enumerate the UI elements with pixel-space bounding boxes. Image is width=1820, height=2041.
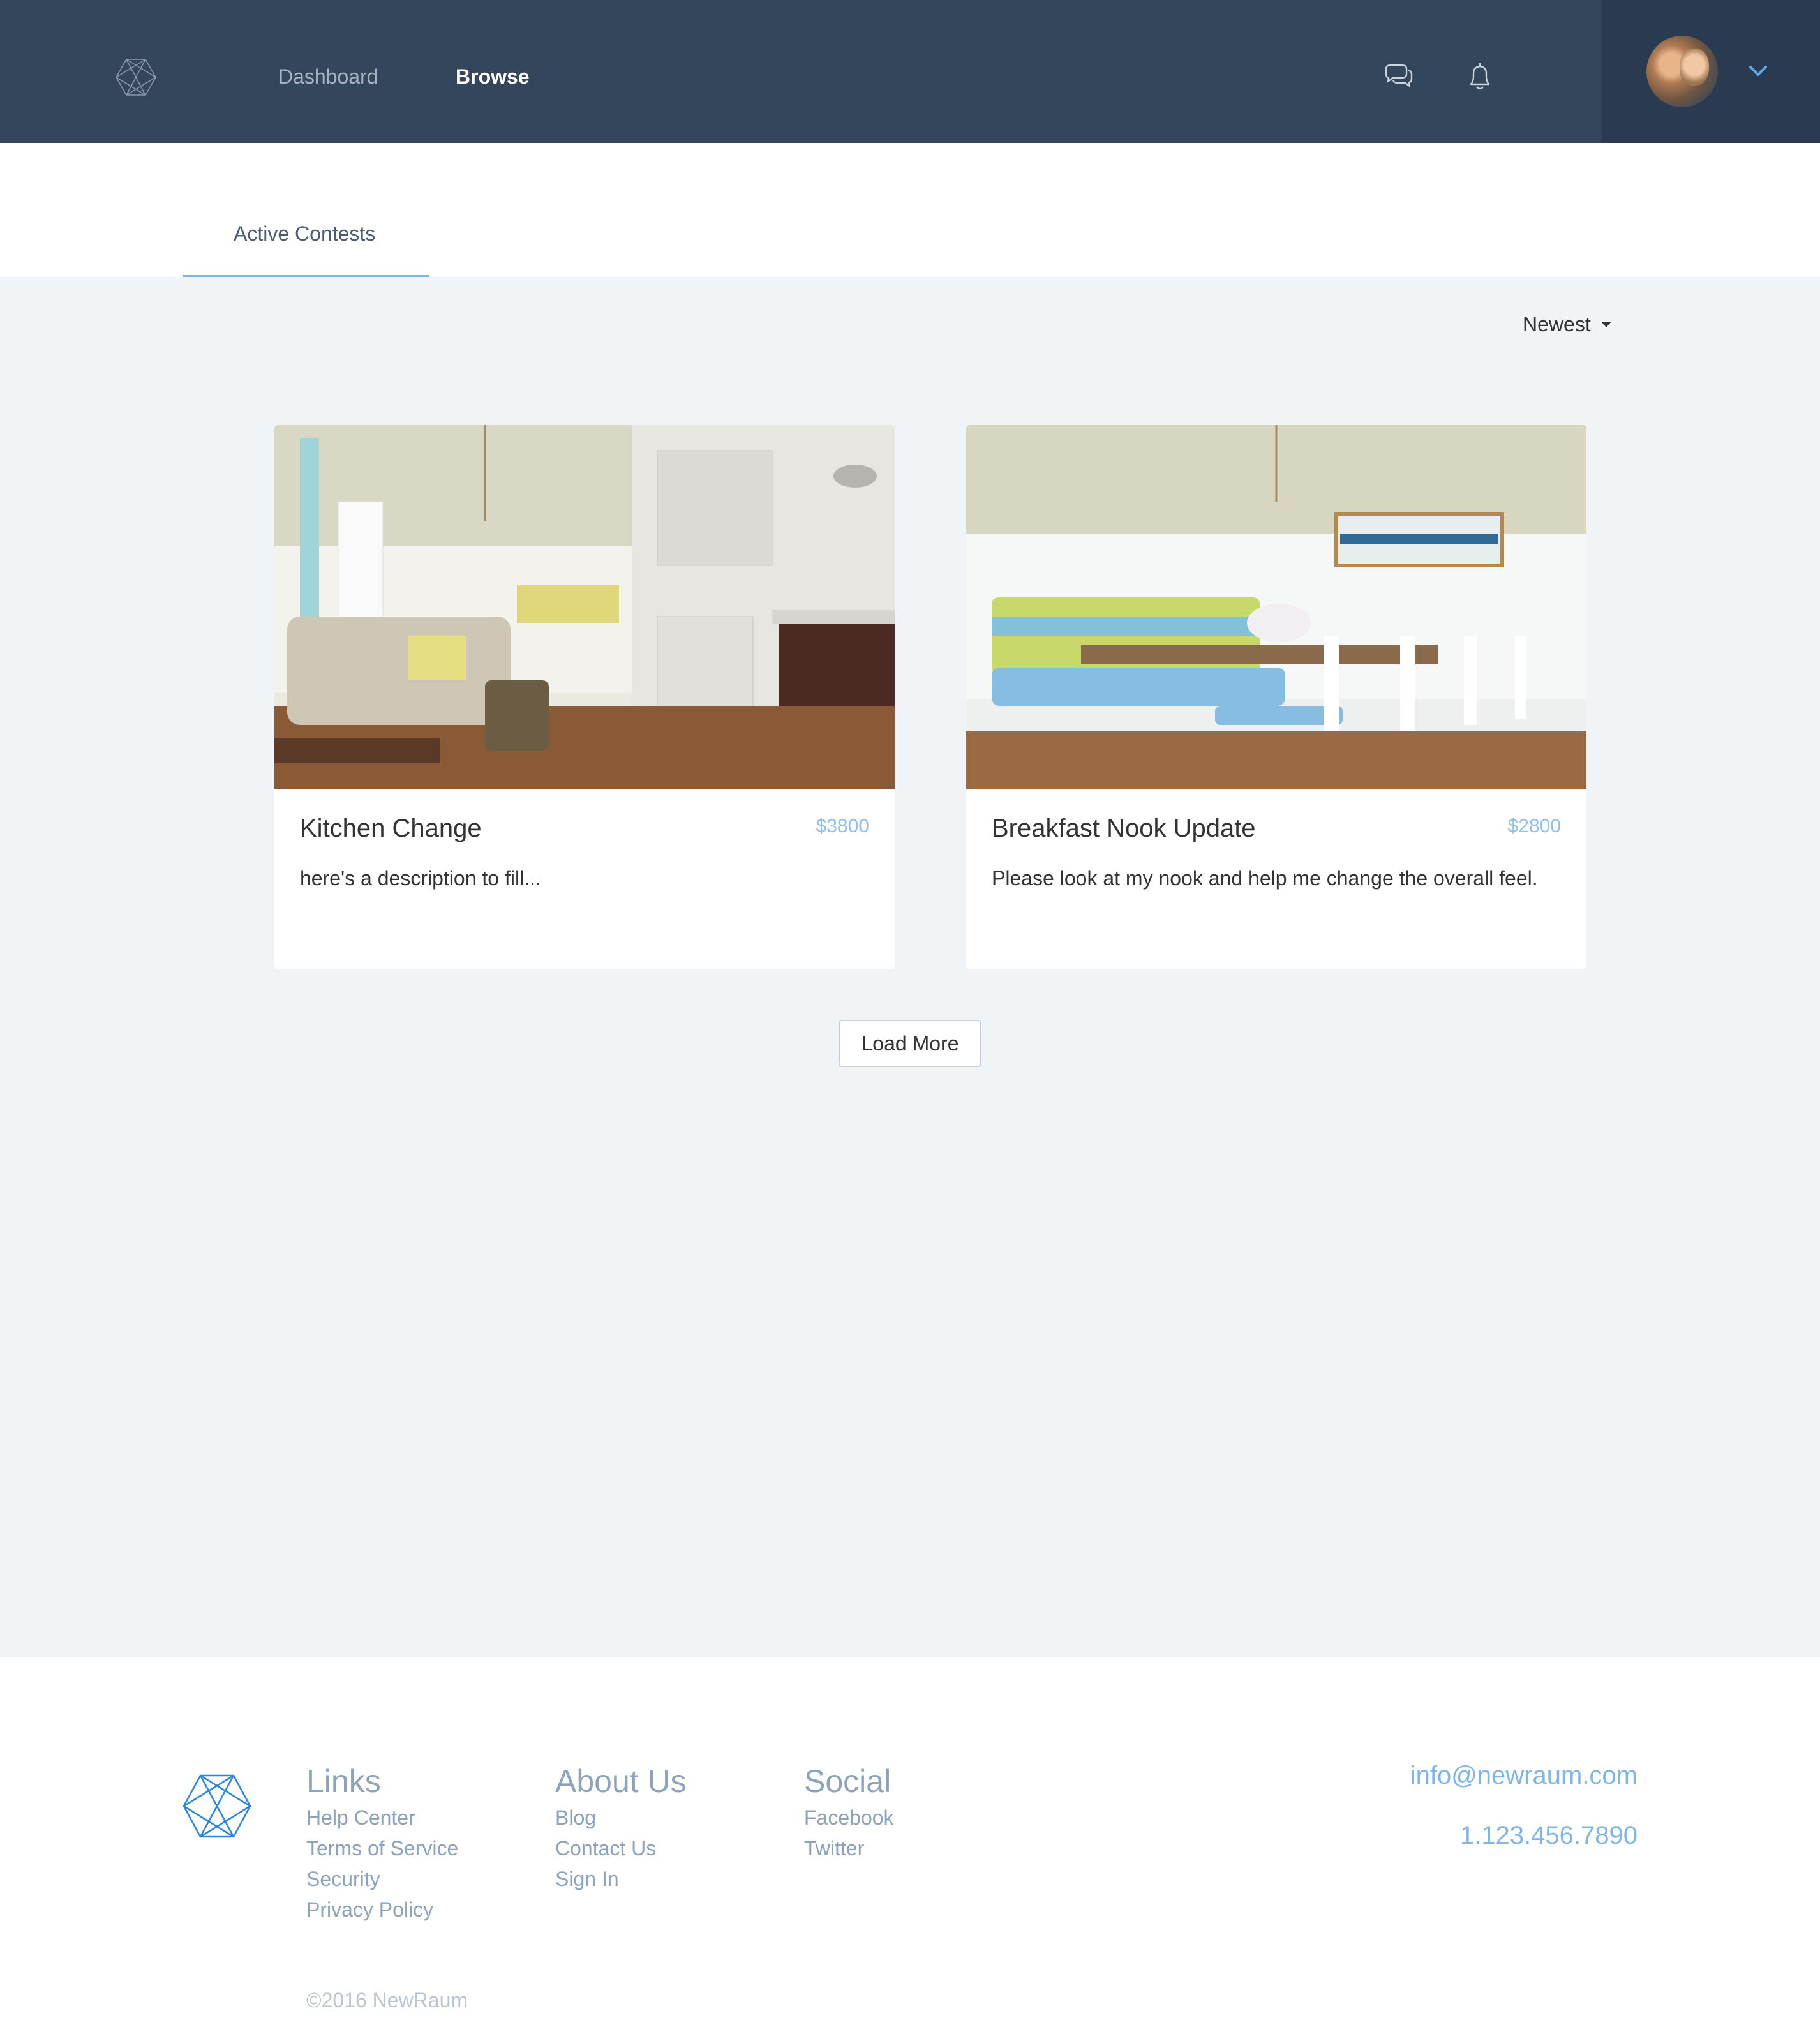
footer-heading: Links xyxy=(306,1763,381,1799)
footer-about-column: About Us Blog Contact Us Sign In xyxy=(555,1763,687,1894)
footer-social-column: Social Facebook Twitter xyxy=(804,1763,894,1864)
footer-heading: Social xyxy=(804,1763,891,1799)
copyright-text: ©2016 NewRaum xyxy=(306,1989,468,2012)
footer-link-help-center[interactable]: Help Center xyxy=(306,1802,458,1833)
contest-prize: $3800 xyxy=(816,816,869,837)
bell-icon[interactable] xyxy=(1463,60,1496,93)
newraum-logo-icon[interactable] xyxy=(181,1773,253,1839)
chevron-down-icon[interactable] xyxy=(1747,61,1769,80)
contest-description: here's a description to fill... xyxy=(300,867,541,890)
footer: Links Help Center Terms of Service Secur… xyxy=(0,1657,1820,2041)
footer-link-twitter[interactable]: Twitter xyxy=(804,1833,894,1864)
footer-link-security[interactable]: Security xyxy=(306,1864,458,1894)
load-more-button[interactable]: Load More xyxy=(839,1020,981,1067)
chat-icon[interactable] xyxy=(1382,60,1415,93)
footer-heading: About Us xyxy=(555,1763,687,1799)
contest-image[interactable] xyxy=(274,425,895,789)
sort-dropdown[interactable]: Newest xyxy=(1523,313,1611,336)
tab-bar: Active Contests xyxy=(0,143,1820,277)
footer-link-contact[interactable]: Contact Us xyxy=(555,1833,687,1864)
newraum-logo-icon[interactable] xyxy=(115,57,157,97)
tab-label: Active Contests xyxy=(234,222,376,245)
contest-title[interactable]: Breakfast Nook Update xyxy=(992,814,1256,843)
contest-prize: $2800 xyxy=(1507,816,1561,837)
contest-image[interactable] xyxy=(966,425,1586,789)
contact-phone-link[interactable]: 1.123.456.7890 xyxy=(1460,1821,1637,1850)
sort-selected-label: Newest xyxy=(1523,313,1591,336)
nav-dashboard-link[interactable]: Dashboard xyxy=(278,64,378,89)
contest-title[interactable]: Kitchen Change xyxy=(300,814,482,843)
footer-link-sign-in[interactable]: Sign In xyxy=(555,1864,687,1894)
footer-link-privacy[interactable]: Privacy Policy xyxy=(306,1894,458,1925)
contest-description: Please look at my nook and help me chang… xyxy=(992,867,1538,890)
footer-link-blog[interactable]: Blog xyxy=(555,1802,687,1833)
contest-card[interactable]: Breakfast Nook Update $2800 Please look … xyxy=(966,425,1586,969)
contest-card[interactable]: Kitchen Change $3800 here's a descriptio… xyxy=(274,425,895,969)
footer-link-terms[interactable]: Terms of Service xyxy=(306,1833,458,1864)
tab-active-contests[interactable]: Active Contests xyxy=(183,143,429,277)
nav-browse-link[interactable]: Browse xyxy=(456,64,530,89)
top-navbar: Dashboard Browse xyxy=(0,0,1820,143)
caret-down-icon xyxy=(1600,322,1611,328)
footer-link-facebook[interactable]: Facebook xyxy=(804,1802,894,1833)
footer-links-column: Links Help Center Terms of Service Secur… xyxy=(306,1763,458,1925)
contact-email-link[interactable]: info@newraum.com xyxy=(1410,1761,1637,1790)
user-menu[interactable] xyxy=(1602,0,1820,143)
avatar[interactable] xyxy=(1646,36,1718,107)
